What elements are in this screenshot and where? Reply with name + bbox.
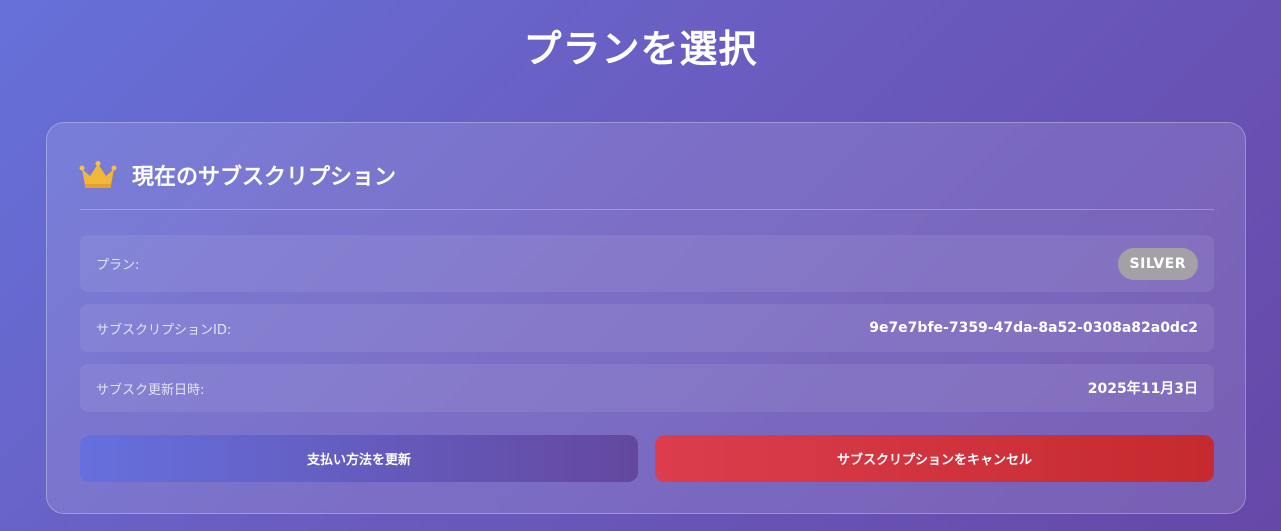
renewal-date-label: サブスク更新日時: bbox=[96, 382, 205, 398]
subscription-id-value: 9e7e7bfe-7359-47da-8a52-0308a82a0dc2 bbox=[869, 320, 1198, 336]
update-payment-method-button[interactable]: 支払い方法を更新 bbox=[80, 435, 638, 482]
crown-icon bbox=[79, 160, 117, 190]
card-title: 現在のサブスクリプション bbox=[132, 165, 397, 190]
page-title: プランを選択 bbox=[523, 27, 758, 71]
renewal-date-row: サブスク更新日時: 2025年11月3日 bbox=[80, 364, 1214, 412]
subscription-id-label: サブスクリプションID: bbox=[96, 322, 232, 338]
plan-label: プラン: bbox=[96, 258, 140, 273]
plan-badge: SILVER bbox=[1117, 247, 1198, 280]
current-subscription-card: 現在のサブスクリプション プラン: SILVER サブスクリプションID: 9e… bbox=[46, 122, 1246, 514]
renewal-date-value: 2025年11月3日 bbox=[1087, 381, 1198, 397]
card-header: 現在のサブスクリプション bbox=[79, 157, 396, 193]
subscription-id-row: サブスクリプションID: 9e7e7bfe-7359-47da-8a52-030… bbox=[80, 304, 1214, 352]
cancel-subscription-button[interactable]: サブスクリプションをキャンセル bbox=[655, 435, 1214, 482]
divider bbox=[80, 209, 1214, 210]
plan-row: プラン: SILVER bbox=[80, 235, 1214, 292]
